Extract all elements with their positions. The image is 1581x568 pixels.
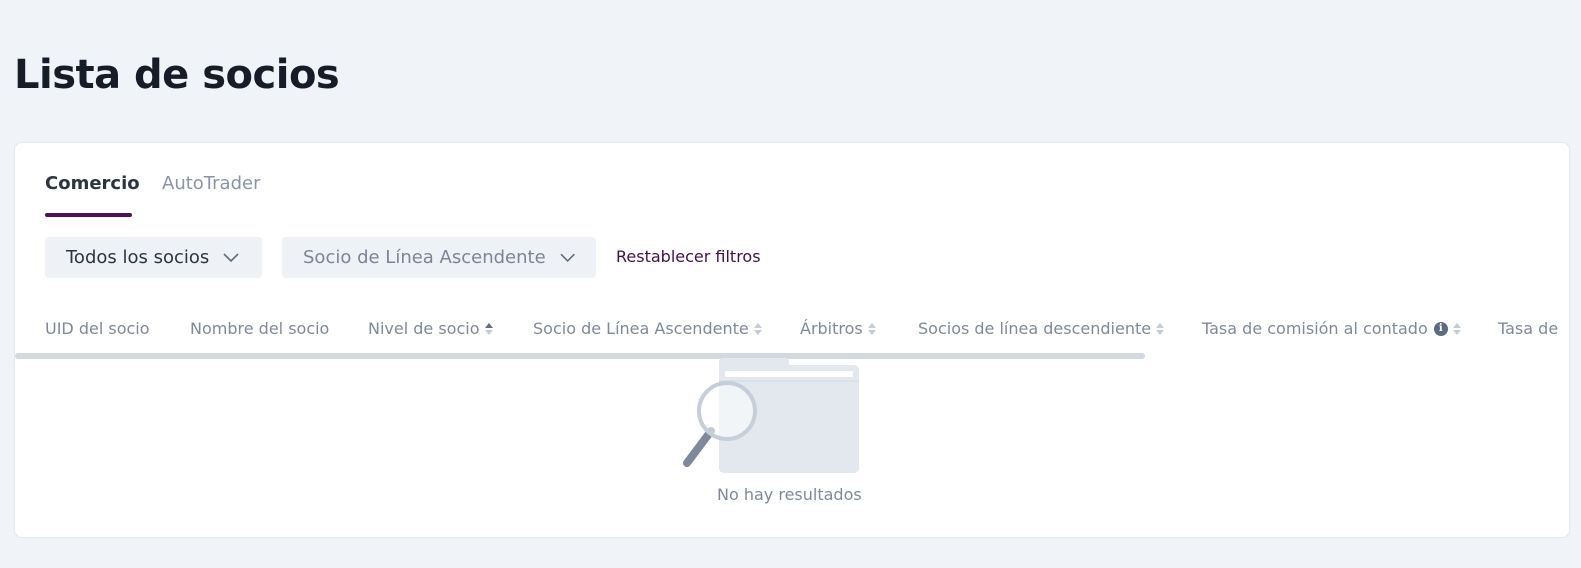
tab-label: AutoTrader: [162, 173, 261, 194]
column-header-label: Árbitros: [800, 319, 863, 338]
tab-label: Comercio: [45, 173, 140, 194]
column-header-level[interactable]: Nivel de socio: [368, 319, 493, 338]
column-header-label: Nivel de socio: [368, 319, 480, 338]
partners-filter-value: Todos los socios: [66, 247, 210, 268]
empty-folder-search-icon: [683, 358, 859, 473]
chevron-down-icon: [223, 252, 239, 262]
sort-icon[interactable]: [867, 322, 876, 335]
reset-filters-link[interactable]: Restablecer filtros: [616, 247, 761, 266]
partners-card: Comercio AutoTrader Todos los socios Soc…: [14, 142, 1570, 538]
sort-icon[interactable]: [1156, 322, 1165, 335]
column-header-label: Socios de línea descendiente: [918, 319, 1152, 338]
column-header-label: Tasa de: [1498, 319, 1559, 338]
column-header-spot-commission[interactable]: Tasa de comisión al contado i: [1202, 319, 1461, 338]
upline-filter-value: Socio de Línea Ascendente: [303, 247, 546, 268]
column-header-label: Socio de Línea Ascendente: [533, 319, 749, 338]
column-header-upline[interactable]: Socio de Línea Ascendente: [533, 319, 762, 338]
column-header-label: UID del socio: [45, 319, 150, 338]
upline-filter-select[interactable]: Socio de Línea Ascendente: [282, 237, 596, 278]
partners-filter-select[interactable]: Todos los socios: [45, 237, 262, 278]
sort-icon[interactable]: [484, 322, 493, 335]
column-header-next: Tasa de: [1498, 319, 1558, 338]
empty-state-label: No hay resultados: [717, 485, 862, 504]
sort-icon[interactable]: [753, 322, 762, 335]
column-header-uid: UID del socio: [45, 319, 150, 338]
page-title: Lista de socios: [14, 52, 340, 98]
column-header-name: Nombre del socio: [190, 319, 329, 338]
column-header-label: Tasa de comisión al contado: [1202, 319, 1428, 338]
info-icon[interactable]: i: [1433, 321, 1448, 336]
horizontal-scrollbar[interactable]: [15, 353, 1145, 359]
tab-comercio[interactable]: Comercio: [45, 173, 140, 217]
column-header-downline[interactable]: Socios de línea descendiente: [918, 319, 1165, 338]
chevron-down-icon: [560, 253, 575, 262]
active-tab-indicator: [45, 213, 132, 217]
column-header-referees[interactable]: Árbitros: [800, 319, 876, 338]
tab-autotrader[interactable]: AutoTrader: [162, 173, 260, 217]
column-header-label: Nombre del socio: [190, 319, 330, 338]
sort-icon[interactable]: [1452, 322, 1461, 335]
